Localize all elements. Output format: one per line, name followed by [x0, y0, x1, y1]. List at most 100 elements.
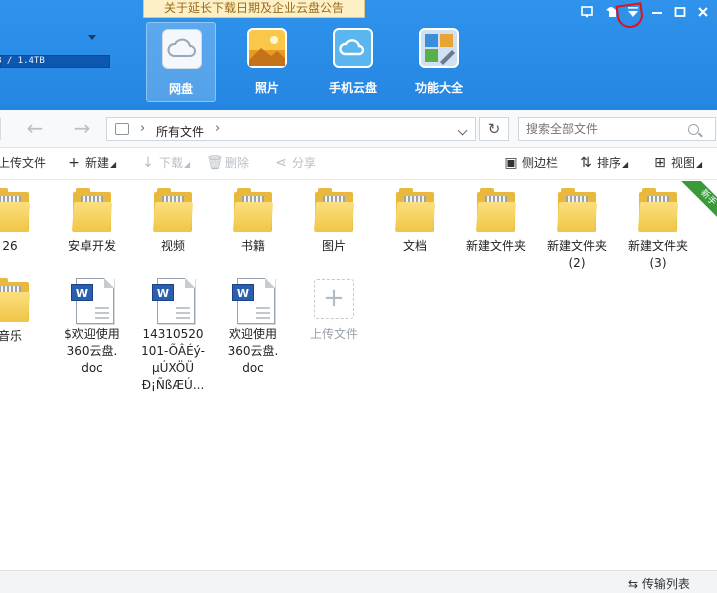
- file-name: 14310520 101-ÕÂÉý- µÚXÖÜ Ð¡ÑßÆÚ...: [141, 327, 205, 392]
- view-label: 视图: [671, 156, 696, 170]
- upload-tile-label: 上传文件: [309, 327, 358, 341]
- sort-button[interactable]: ⇅ 排序◢: [578, 154, 628, 171]
- upload-label: 上传文件: [0, 156, 47, 170]
- maximize-icon[interactable]: [672, 5, 688, 21]
- file-name: 新建文件夹: [465, 239, 526, 253]
- folder-home-icon[interactable]: [115, 123, 129, 135]
- chevron-right-icon: ›: [140, 121, 146, 136]
- app-header: 关于延长下载日期及企业云盘公告 B / 1.4TB 网盘 照片 手机云盘 功能大…: [0, 0, 717, 110]
- refresh-icon: ↻: [487, 120, 501, 138]
- download-label: 下载: [159, 156, 184, 170]
- folder-icon: [475, 188, 517, 232]
- breadcrumb-all-files[interactable]: 所有文件: [156, 123, 204, 140]
- photo-icon: [247, 28, 287, 68]
- minimize-icon[interactable]: [649, 5, 665, 21]
- folder-icon: [0, 278, 31, 322]
- transfer-list-label: 传输列表: [641, 577, 690, 591]
- new-button[interactable]: + 新建◢: [66, 154, 116, 171]
- toolbox-icon: [419, 28, 459, 68]
- file-name: 文档: [402, 239, 427, 253]
- back-button[interactable]: ←: [20, 118, 50, 140]
- back-arrow-icon: ←: [26, 116, 44, 140]
- file-name: 书籍: [240, 239, 265, 253]
- file-name: 新建文件夹 (2): [546, 239, 607, 270]
- dropdown-corner-icon: ◢: [110, 160, 117, 169]
- feedback-icon[interactable]: [579, 5, 595, 21]
- file-name: 安卓开发: [67, 239, 116, 253]
- nav-mobile-cloud[interactable]: 手机云盘: [318, 22, 388, 102]
- refresh-button[interactable]: ↻: [479, 117, 509, 141]
- dropdown-corner-icon: ◢: [696, 160, 703, 169]
- transfer-list-button[interactable]: ⇆ 传输列表: [628, 575, 690, 592]
- folder-icon: [637, 188, 679, 232]
- cloud-disk-icon: [162, 29, 202, 69]
- address-bar-row: ← → › 所有文件 › ↻: [0, 110, 717, 148]
- trash-icon: 🗑: [206, 155, 224, 171]
- file-name: 视频: [160, 239, 185, 253]
- new-user-badge-label: 新手: [681, 181, 717, 217]
- nav-cloud-disk[interactable]: 网盘: [146, 22, 216, 102]
- chevron-down-icon[interactable]: [457, 125, 468, 136]
- sort-label: 排序: [597, 156, 622, 170]
- forward-arrow-icon: →: [73, 116, 91, 140]
- nav-photos-label: 照片: [254, 81, 279, 95]
- nav-toolbox-label: 功能大全: [414, 81, 463, 95]
- chevron-down-icon[interactable]: [88, 35, 96, 40]
- share-icon: ⋖: [275, 155, 287, 171]
- nav-cloud-disk-label: 网盘: [168, 82, 193, 96]
- forward-button[interactable]: →: [67, 118, 97, 140]
- word-doc-icon: W: [152, 278, 195, 324]
- highlight-circle: [615, 2, 645, 30]
- file-name: 音乐: [0, 329, 22, 343]
- delete-label: 删除: [225, 156, 250, 170]
- transfer-icon: ⇆: [628, 577, 639, 591]
- file-name: 26: [2, 239, 18, 253]
- close-icon[interactable]: [695, 5, 711, 21]
- folder-icon: [0, 188, 31, 232]
- file-name: $欢迎使用 360云盘. doc: [64, 327, 120, 375]
- share-label: 分享: [292, 156, 317, 170]
- nav-photos[interactable]: 照片: [232, 22, 302, 102]
- search-input[interactable]: [518, 117, 716, 141]
- sidebar-icon: ▣: [504, 155, 518, 171]
- file-name: 新建文件夹 (3): [627, 239, 688, 270]
- folder-icon: [71, 188, 113, 232]
- file-name: 欢迎使用 360云盘. doc: [227, 327, 279, 375]
- folder-icon: [394, 188, 436, 232]
- dropdown-corner-icon: ◢: [184, 160, 191, 169]
- folder-icon: [556, 188, 598, 232]
- sidebar-label: 侧边栏: [522, 156, 559, 170]
- download-button[interactable]: ↓ 下载◢: [140, 154, 190, 171]
- file-toolbar: 上传文件 + 新建◢ ↓ 下载◢ 🗑删除 ⋖ 分享 ▣ 侧边栏 ⇅ 排序◢ ⊞ 视图◢: [0, 148, 717, 180]
- download-icon: ↓: [142, 155, 154, 171]
- folder-icon: [313, 188, 355, 232]
- delete-button[interactable]: 🗑删除: [206, 154, 249, 171]
- nav-toolbox[interactable]: 功能大全: [404, 22, 474, 102]
- sort-icon: ⇅: [580, 155, 592, 171]
- mobile-cloud-icon: [333, 28, 373, 68]
- search-icon[interactable]: [688, 124, 699, 135]
- grid-view-icon: ⊞: [654, 155, 666, 171]
- nav-mobile-cloud-label: 手机云盘: [328, 81, 377, 95]
- status-bar: ⇆ 传输列表: [0, 570, 717, 593]
- dropdown-corner-icon: ◢: [622, 160, 629, 169]
- new-label: 新建: [85, 156, 110, 170]
- view-button[interactable]: ⊞ 视图◢: [652, 154, 702, 171]
- cloud-disk-window: { "header": { "notice": "关于延长下载日期及企业云盘公告…: [0, 0, 717, 593]
- breadcrumb[interactable]: › 所有文件 ›: [106, 117, 476, 141]
- folder-icon: [232, 188, 274, 232]
- storage-text: B / 1.4TB: [0, 56, 45, 66]
- word-doc-icon: W: [71, 278, 114, 324]
- plus-icon: +: [68, 155, 80, 171]
- announcement-banner[interactable]: 关于延长下载日期及企业云盘公告: [143, 0, 365, 18]
- share-button[interactable]: ⋖ 分享: [273, 154, 316, 171]
- upload-tile-button[interactable]: +: [314, 279, 354, 319]
- word-doc-icon: W: [232, 278, 275, 324]
- new-user-badge[interactable]: 新手: [681, 181, 717, 217]
- folder-icon: [152, 188, 194, 232]
- file-name: 图片: [321, 239, 346, 253]
- sidebar-toggle-button[interactable]: ▣ 侧边栏: [503, 154, 558, 171]
- chevron-right-icon[interactable]: ›: [215, 121, 220, 136]
- upload-button[interactable]: 上传文件: [0, 154, 46, 171]
- plus-icon: +: [323, 283, 345, 313]
